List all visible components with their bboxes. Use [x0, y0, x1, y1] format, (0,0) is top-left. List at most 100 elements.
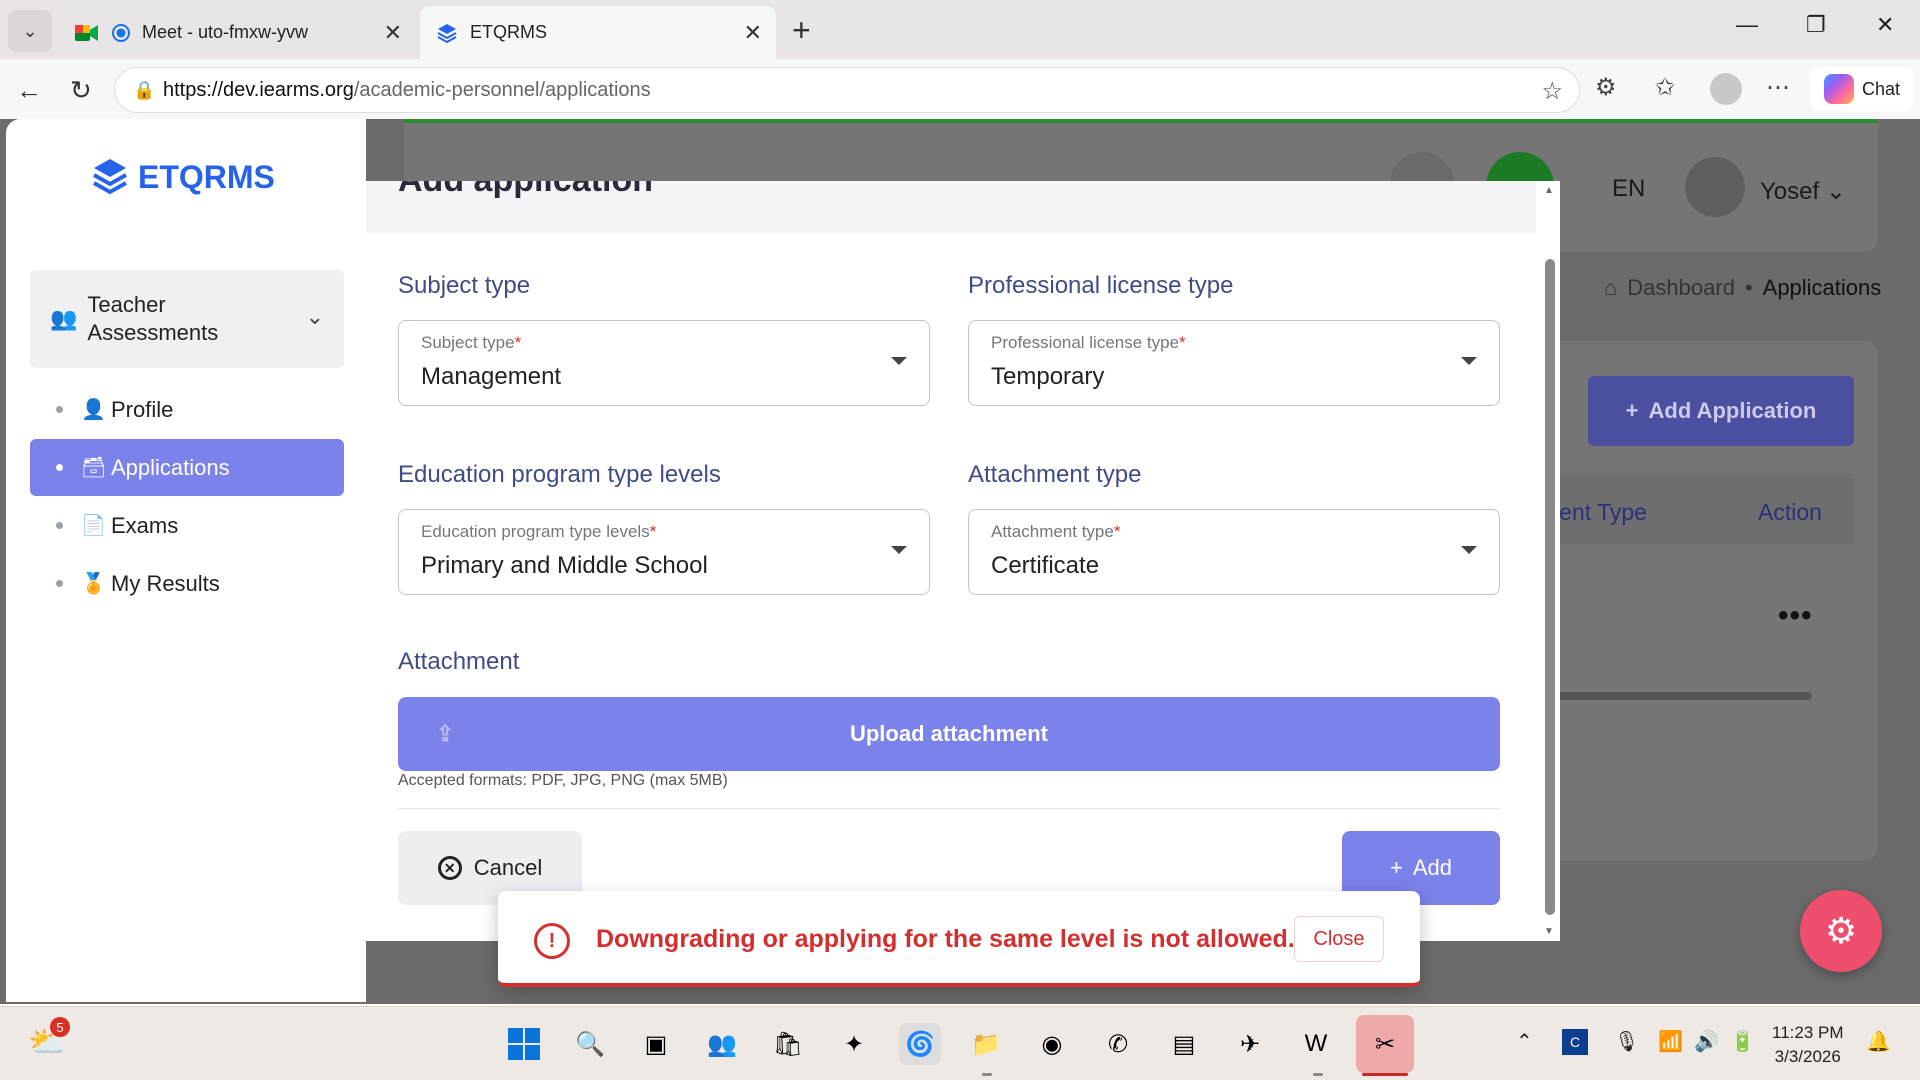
back-arrow-icon[interactable]: ←: [16, 75, 42, 106]
field-label: Professional license type*: [991, 333, 1186, 352]
clock[interactable]: 11:23 PM 3/3/2026: [1772, 1021, 1844, 1069]
caret-down-icon: [891, 357, 907, 365]
address-toolbar: ← ↻ 🔒 https://dev.iearms.org/academic-pe…: [0, 59, 1920, 119]
edge-icon[interactable]: 🌀: [899, 1023, 941, 1065]
archive-icon: 🗃: [81, 457, 107, 479]
new-tab-button[interactable]: +: [792, 12, 811, 49]
etqrms-favicon-icon: [434, 22, 460, 44]
battery-icon[interactable]: 🔋: [1730, 1029, 1755, 1054]
extensions-icon[interactable]: ⚙: [1595, 73, 1617, 102]
copilot-chat-button[interactable]: Chat: [1810, 67, 1914, 111]
tab-title: Meet - uto-fmxw-yvw: [142, 22, 309, 42]
add-application-label: Add Application: [1648, 398, 1817, 423]
task-view-icon[interactable]: ▣: [635, 1023, 677, 1065]
license-type-select[interactable]: Professional license type* Temporary: [968, 320, 1500, 406]
notifications-icon[interactable]: 🔔: [1866, 1029, 1891, 1054]
favorites-icon[interactable]: ✩: [1655, 73, 1675, 102]
word-icon[interactable]: W: [1295, 1023, 1337, 1065]
chrome-icon[interactable]: ◉: [1031, 1023, 1073, 1065]
url-field[interactable]: 🔒 https://dev.iearms.org/academic-person…: [114, 67, 1580, 113]
logo-text: ETQRMS: [138, 158, 275, 195]
upload-attachment-button[interactable]: ⇪ Upload attachment: [398, 697, 1500, 771]
attachment-type-select[interactable]: Attachment type* Certificate: [968, 509, 1500, 595]
subject-type-heading: Subject type: [398, 272, 531, 299]
chat-label: Chat: [1861, 78, 1901, 99]
avatar[interactable]: [1685, 157, 1745, 217]
microphone-icon[interactable]: 🎙: [1614, 1029, 1639, 1054]
document-icon: 📄: [81, 515, 106, 537]
bullet: [56, 522, 63, 529]
start-icon[interactable]: [503, 1023, 545, 1065]
modal-scrollbar[interactable]: ▲ ▼: [1540, 181, 1560, 941]
store-icon[interactable]: 🛍: [767, 1023, 809, 1065]
scrollbar-thumb[interactable]: [1545, 259, 1555, 915]
error-toast: ! Downgrading or applying for the same l…: [498, 891, 1420, 987]
close-tab-icon[interactable]: ✕: [384, 20, 402, 46]
sidebar-item-applications[interactable]: 🗃 Applications: [30, 439, 344, 496]
field-label: Attachment type*: [991, 522, 1121, 541]
medal-icon: 🏅: [81, 573, 106, 595]
sidebar-item-profile[interactable]: 👤 Profile: [30, 381, 344, 438]
wifi-icon[interactable]: 📶: [1658, 1029, 1683, 1054]
horizontal-scrollbar[interactable]: [1540, 692, 1812, 700]
sidebar: ETQRMS 👥 Teacher Assessments ⌄ 👤 Profile…: [6, 119, 366, 1002]
toast-close-button[interactable]: Close: [1294, 916, 1384, 962]
scroll-down-icon[interactable]: ▼: [1544, 926, 1554, 937]
add-application-button[interactable]: + Add Application: [1588, 376, 1854, 446]
copilot-icon[interactable]: ✦: [833, 1023, 875, 1065]
nav-group-teacher-assessments[interactable]: 👥 Teacher Assessments ⌄: [30, 270, 344, 368]
field-value: Management: [421, 363, 562, 390]
weather-badge: 5: [50, 1017, 70, 1037]
user-menu[interactable]: Yosef ⌄: [1760, 177, 1846, 206]
toast-message: Downgrading or applying for the same lev…: [596, 925, 1295, 953]
modal-title: Add application: [398, 181, 653, 200]
teams-icon[interactable]: 👥: [701, 1023, 743, 1065]
field-value: Certificate: [991, 552, 1100, 579]
attachment-type-heading: Attachment type: [968, 461, 1142, 488]
formats-hint: Accepted formats: PDF, JPG, PNG (max 5MB…: [398, 772, 728, 789]
breadcrumb-dashboard[interactable]: Dashboard: [1627, 275, 1735, 301]
app-logo[interactable]: ETQRMS: [92, 157, 275, 197]
tab-title: ETQRMS: [470, 22, 548, 42]
sidebar-item-label: Exams: [111, 512, 179, 538]
telegram-icon[interactable]: ✈: [1229, 1023, 1271, 1065]
settings-fab-button[interactable]: ⚙: [1800, 890, 1882, 972]
modal-header: Add application: [366, 181, 1536, 233]
ime-icon[interactable]: C: [1562, 1029, 1588, 1055]
program-levels-select[interactable]: Education program type levels* Primary a…: [398, 509, 930, 595]
lsd-app-icon[interactable]: ▤: [1163, 1023, 1205, 1065]
snipping-tool-icon[interactable]: ✂: [1356, 1015, 1414, 1073]
more-options-icon[interactable]: ⋯: [1766, 73, 1790, 102]
close-tab-icon[interactable]: ✕: [744, 20, 762, 46]
restore-icon[interactable]: ❐: [1806, 12, 1826, 38]
sidebar-item-exams[interactable]: 📄 Exams: [30, 497, 344, 554]
add-label: Add: [1412, 855, 1452, 880]
tab-list-button[interactable]: ⌄: [8, 10, 52, 52]
etqrms-logo-icon: [93, 159, 127, 195]
close-window-icon[interactable]: ✕: [1876, 12, 1894, 38]
scroll-up-icon[interactable]: ▲: [1544, 185, 1554, 196]
whatsapp-icon[interactable]: ✆: [1097, 1023, 1139, 1065]
tab-etqrms[interactable]: ETQRMS ✕: [420, 6, 776, 59]
favorite-star-icon[interactable]: ☆: [1541, 77, 1563, 106]
chevron-down-icon: ⌄: [1825, 178, 1846, 205]
breadcrumb: ⌂ Dashboard • Applications: [1604, 275, 1881, 301]
running-indicator: [982, 1073, 992, 1076]
field-label: Education program type levels*: [421, 522, 657, 541]
minimize-icon[interactable]: —: [1736, 12, 1758, 38]
search-icon[interactable]: 🔍: [569, 1023, 611, 1065]
profile-avatar-icon[interactable]: [1710, 73, 1742, 105]
tab-meet[interactable]: Meet - uto-fmxw-yvw ✕: [60, 6, 416, 59]
cancel-circle-icon: ✕: [437, 856, 462, 880]
row-actions-icon[interactable]: •••: [1778, 599, 1813, 633]
running-indicator: [1313, 1073, 1323, 1076]
volume-icon[interactable]: 🔊: [1694, 1029, 1719, 1054]
sidebar-item-my-results[interactable]: 🏅 My Results: [30, 555, 344, 612]
user-icon: 👤: [81, 399, 106, 421]
language-selector[interactable]: EN: [1612, 175, 1645, 203]
chevron-up-icon[interactable]: ⌃: [1516, 1029, 1533, 1054]
subject-type-select[interactable]: Subject type* Management: [398, 320, 930, 406]
reload-icon[interactable]: ↻: [70, 75, 92, 106]
upload-label: Upload attachment: [849, 721, 1049, 746]
file-explorer-icon[interactable]: 📁: [965, 1023, 1007, 1065]
